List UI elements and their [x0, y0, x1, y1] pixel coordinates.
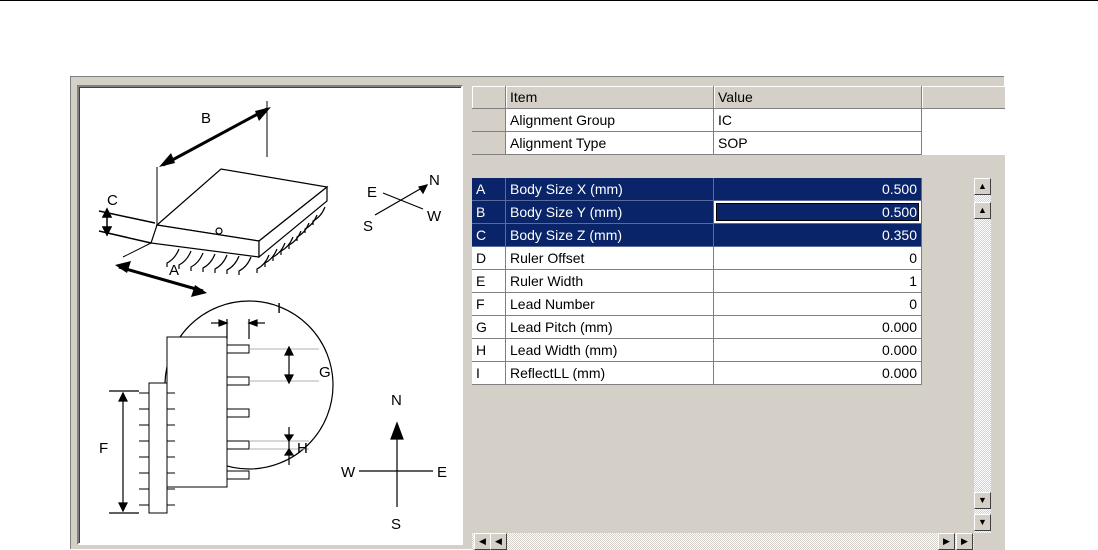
table-row[interactable]: E Ruler Width 1: [472, 270, 922, 293]
row-index: H: [472, 339, 506, 362]
row-index: E: [472, 270, 506, 293]
dimension-c-arrow: [98, 207, 156, 244]
row-item: Alignment Group: [506, 109, 714, 132]
row-value[interactable]: IC: [714, 109, 922, 132]
row-item: Ruler Width: [506, 270, 714, 293]
table-row[interactable]: F Lead Number 0: [472, 293, 922, 316]
grid-header-row: Item Value: [472, 86, 922, 109]
row-value[interactable]: 0.000: [714, 339, 922, 362]
row-item: Lead Pitch (mm): [506, 316, 714, 339]
horizontal-scrollbar[interactable]: [472, 533, 974, 550]
compass-bottom-n: N: [391, 392, 402, 409]
row-item: Body Size Z (mm): [506, 224, 714, 247]
row-item: Alignment Type: [506, 132, 714, 155]
double-right-arrow-icon[interactable]: ▶: [956, 533, 973, 550]
row-index: A: [472, 178, 506, 201]
table-row[interactable]: H Lead Width (mm) 0.000: [472, 339, 922, 362]
table-row-alignment-group[interactable]: Alignment Group IC: [472, 109, 922, 132]
dimension-f-arrow: [109, 390, 139, 514]
label-c: C: [107, 192, 118, 209]
header-value[interactable]: Value: [714, 86, 922, 109]
alignment-dialog-panel: B C A I G H F E N S W N W E S Item Value: [70, 76, 1005, 550]
header-index-cell: [472, 86, 506, 109]
label-i: I: [277, 300, 281, 317]
compass-top-illustration: [374, 184, 429, 216]
row-value-focused[interactable]: 0.500: [714, 201, 922, 224]
compass-bottom-w: W: [341, 464, 356, 481]
row-index: C: [472, 224, 506, 247]
row-value[interactable]: 1: [714, 270, 922, 293]
dimension-i-arrow: [211, 319, 265, 339]
down-arrow-icon[interactable]: ▼: [974, 492, 991, 509]
table-row[interactable]: I ReflectLL (mm) 0.000: [472, 362, 922, 385]
row-value[interactable]: 0: [714, 293, 922, 316]
row-value[interactable]: 0.000: [714, 362, 922, 385]
dimension-h-arrow: [283, 427, 295, 465]
dimension-g-arrow: [284, 345, 294, 385]
row-item: ReflectLL (mm): [506, 362, 714, 385]
table-row[interactable]: A Body Size X (mm) 0.500: [472, 178, 922, 201]
label-a: A: [169, 262, 179, 279]
row-index: [472, 132, 506, 155]
vertical-scrollbar[interactable]: [974, 178, 991, 533]
row-index: F: [472, 293, 506, 316]
compass-bottom-e: E: [437, 464, 447, 481]
top-divider: [0, 0, 1098, 1]
header-item[interactable]: Item: [506, 86, 714, 109]
header-filler: [922, 86, 1005, 109]
label-h: H: [297, 440, 308, 457]
left-arrow-icon[interactable]: ◀: [490, 533, 507, 550]
compass-top-e: E: [367, 184, 377, 201]
row-value[interactable]: 0.350: [714, 224, 922, 247]
table-row[interactable]: G Lead Pitch (mm) 0.000: [472, 316, 922, 339]
table-row[interactable]: D Ruler Offset 0: [472, 247, 922, 270]
dimension-b-arrow: [159, 107, 271, 167]
ic-body-illustration: [150, 168, 329, 275]
double-down-arrow-icon[interactable]: ▼︎: [974, 514, 991, 531]
label-g: G: [319, 364, 331, 381]
row-value[interactable]: 0.000: [714, 316, 922, 339]
compass-bottom-illustration: [359, 421, 433, 507]
property-grid[interactable]: Item Value Alignment Group IC Alignment …: [472, 86, 1005, 550]
double-up-arrow-icon[interactable]: ▲︎: [974, 178, 991, 195]
row-index: G: [472, 316, 506, 339]
row-item: Lead Number: [506, 293, 714, 316]
row-index: [472, 109, 506, 132]
table-row-alignment-type[interactable]: Alignment Type SOP: [472, 132, 922, 155]
row-value[interactable]: 0.500: [714, 178, 922, 201]
row-index: I: [472, 362, 506, 385]
label-f: F: [99, 440, 108, 457]
row-item: Body Size Y (mm): [506, 201, 714, 224]
row-value[interactable]: SOP: [714, 132, 922, 155]
compass-top-s: S: [363, 218, 373, 235]
compass-bottom-s: S: [391, 516, 401, 533]
right-arrow-icon[interactable]: ▶: [938, 533, 955, 550]
row-item: Ruler Offset: [506, 247, 714, 270]
label-b: B: [201, 110, 211, 127]
double-left-arrow-icon[interactable]: ◀: [474, 533, 491, 550]
package-diagram-svg: B C A I G H F E N S W N W E S: [98, 101, 447, 533]
table-row[interactable]: C Body Size Z (mm) 0.350: [472, 224, 922, 247]
row-item: Lead Width (mm): [506, 339, 714, 362]
row-index: D: [472, 247, 506, 270]
fixed-rows-filler: [922, 109, 1005, 155]
package-diagram: B C A I G H F E N S W N W E S: [77, 85, 463, 545]
table-row[interactable]: B Body Size Y (mm) 0.500: [472, 201, 922, 224]
compass-top-w: W: [427, 208, 442, 225]
row-value[interactable]: 0: [714, 247, 922, 270]
row-index: B: [472, 201, 506, 224]
up-arrow-icon[interactable]: ▲: [974, 202, 991, 219]
compass-top-n: N: [429, 172, 440, 189]
row-item: Body Size X (mm): [506, 178, 714, 201]
